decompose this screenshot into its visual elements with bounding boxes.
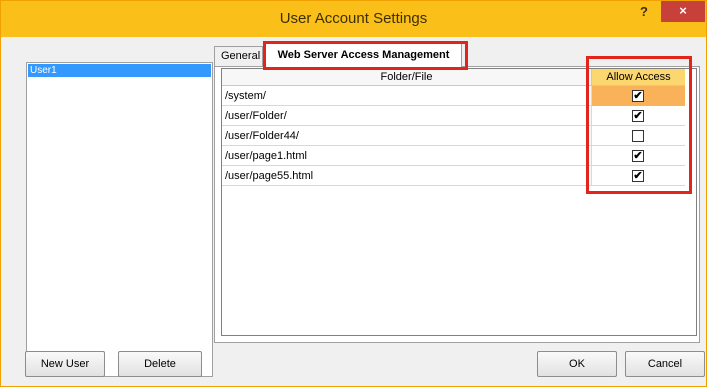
tab-highlight-frame: [263, 41, 468, 70]
close-icon[interactable]: ×: [661, 1, 705, 22]
user-list-item[interactable]: User1: [28, 64, 211, 77]
cancel-button[interactable]: Cancel: [625, 351, 705, 377]
help-icon[interactable]: ?: [634, 2, 654, 24]
allow-access-highlight-frame: [586, 56, 692, 194]
folder-file-cell: /user/page55.html: [222, 166, 592, 186]
user-account-settings-dialog: User Account Settings ? × User1 General …: [0, 0, 707, 387]
folder-file-cell: /system/: [222, 86, 592, 106]
title-bar: User Account Settings ? ×: [1, 1, 706, 37]
folder-file-cell: /user/page1.html: [222, 146, 592, 166]
folder-file-cell: /user/Folder44/: [222, 126, 592, 146]
delete-button[interactable]: Delete: [118, 351, 202, 377]
ok-button[interactable]: OK: [537, 351, 617, 377]
folder-file-cell: /user/Folder/: [222, 106, 592, 126]
dialog-body: User1 General Web Server Access Manageme…: [8, 37, 705, 380]
user-list[interactable]: User1: [26, 62, 213, 377]
column-header-folder-file[interactable]: Folder/File: [222, 69, 592, 86]
new-user-button[interactable]: New User: [25, 351, 105, 377]
tab-general[interactable]: General: [214, 46, 263, 67]
dialog-title: User Account Settings: [279, 10, 428, 27]
